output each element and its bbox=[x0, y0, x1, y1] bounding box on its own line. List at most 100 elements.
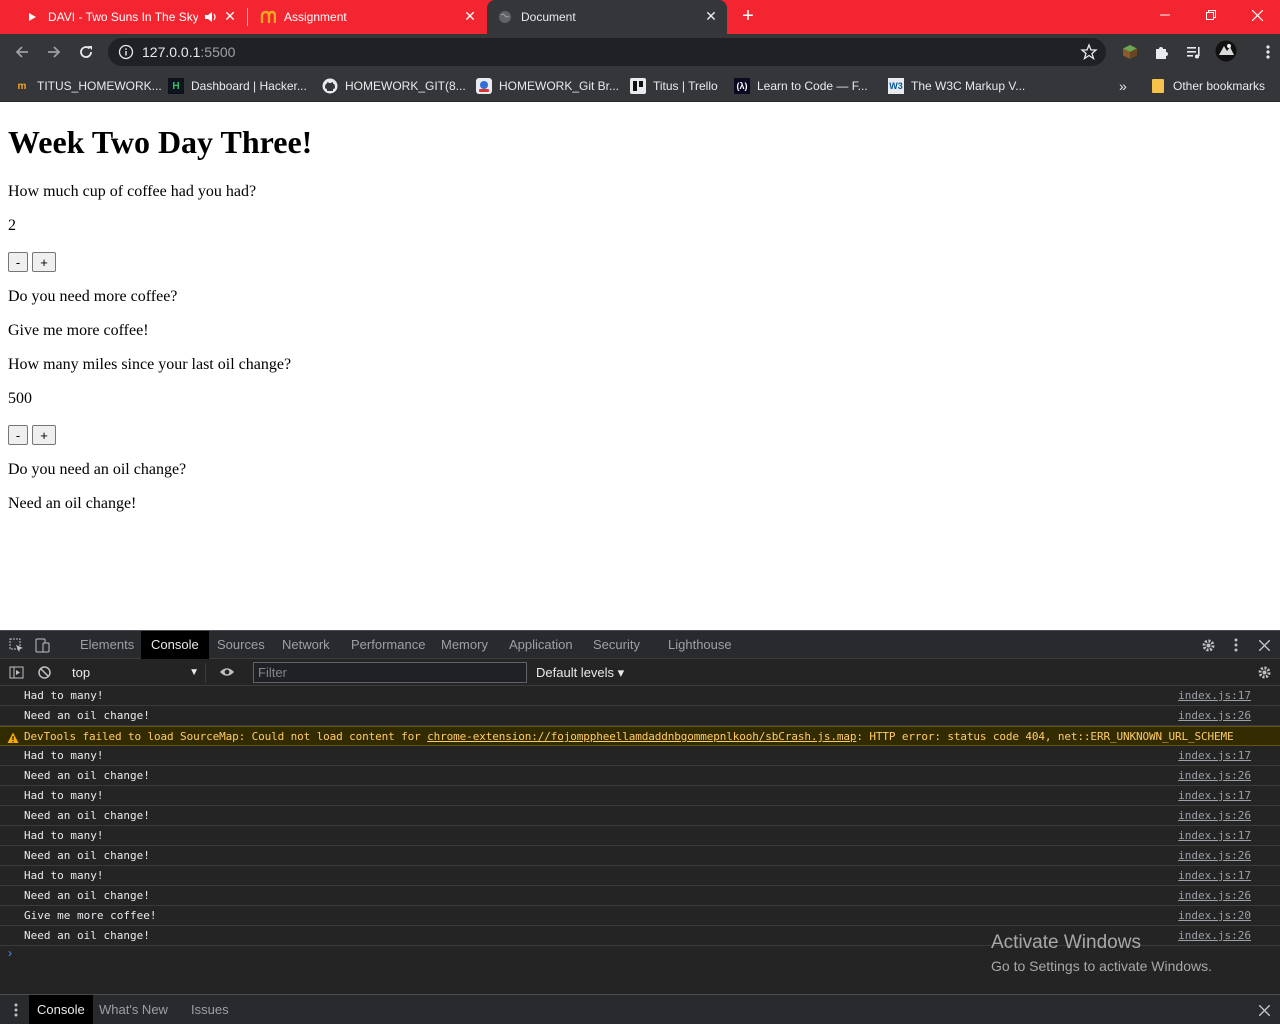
restore-button[interactable] bbox=[1188, 0, 1234, 30]
other-bookmarks[interactable]: Other bookmarks bbox=[1150, 76, 1265, 96]
log-source-link[interactable]: index.js:17 bbox=[1178, 826, 1251, 845]
folder-icon bbox=[1150, 78, 1166, 94]
tab-music[interactable]: DAVI - Two Suns In The Sky ( ✕ bbox=[14, 0, 246, 34]
drawer-menu-icon[interactable] bbox=[8, 1002, 24, 1018]
device-toolbar-icon[interactable] bbox=[34, 637, 50, 653]
log-message: DevTools failed to load SourceMap: Could… bbox=[24, 727, 1234, 746]
bookmark-label: HOMEWORK_Git Br... bbox=[499, 79, 620, 93]
oil-answer: Need an oil change! bbox=[8, 495, 137, 512]
profile-avatar[interactable] bbox=[1214, 39, 1238, 63]
bookmark-item[interactable]: m TITUS_HOMEWORK... bbox=[14, 76, 162, 96]
close-window-button[interactable] bbox=[1234, 0, 1280, 30]
url-port: :5500 bbox=[200, 44, 236, 60]
close-icon[interactable]: ✕ bbox=[703, 8, 719, 24]
log-source-link[interactable]: index.js:17 bbox=[1178, 786, 1251, 805]
log-message: Need an oil change! bbox=[24, 849, 150, 862]
media-control-icon[interactable] bbox=[1184, 42, 1204, 62]
sidebar-toggle-icon[interactable] bbox=[8, 664, 24, 680]
inspect-element-icon[interactable] bbox=[8, 637, 24, 653]
bookmark-label: Learn to Code — F... bbox=[757, 79, 868, 93]
bookmark-label: Dashboard | Hacker... bbox=[191, 79, 307, 93]
drawer-tab-console[interactable]: Console bbox=[29, 995, 93, 1024]
tab-document[interactable]: Document ✕ bbox=[487, 0, 727, 34]
log-entry: Had to many! index.js:17 bbox=[0, 826, 1280, 846]
tab-assignment[interactable]: Assignment ✕ bbox=[250, 0, 486, 34]
devtools-tab-sources[interactable]: Sources bbox=[207, 631, 275, 659]
oil-increment-button[interactable]: + bbox=[32, 425, 56, 445]
bookmark-star-icon[interactable] bbox=[1080, 43, 1098, 61]
close-icon[interactable]: ✕ bbox=[222, 8, 238, 24]
bookmark-label: The W3C Markup V... bbox=[911, 79, 1026, 93]
close-icon[interactable]: ✕ bbox=[462, 8, 478, 24]
sourcemap-link[interactable]: chrome-extension://fojomppheellamdaddnbg… bbox=[427, 730, 856, 743]
coffee-decrement-button[interactable]: - bbox=[8, 252, 28, 272]
drawer-tab-whats-new[interactable]: What's New bbox=[91, 995, 176, 1024]
log-source-link[interactable]: index.js:26 bbox=[1178, 886, 1251, 905]
log-source-link[interactable]: index.js:26 bbox=[1178, 706, 1251, 725]
warning-icon bbox=[7, 731, 19, 743]
log-source-link[interactable]: index.js:26 bbox=[1178, 806, 1251, 825]
settings-gear-icon[interactable] bbox=[1200, 637, 1216, 653]
log-entry: Had to many! index.js:17 bbox=[0, 746, 1280, 766]
devtools-tab-security[interactable]: Security bbox=[583, 631, 650, 659]
extensions-puzzle-icon[interactable] bbox=[1152, 42, 1172, 62]
bookmark-item[interactable]: W3 The W3C Markup V... bbox=[888, 76, 1025, 96]
url-text: 127.0.0.1:5500 bbox=[142, 44, 235, 60]
bookmark-item[interactable]: H Dashboard | Hacker... bbox=[168, 76, 307, 96]
devtools-tab-application[interactable]: Application bbox=[499, 631, 583, 659]
bookmarks-overflow-button[interactable]: » bbox=[1119, 76, 1127, 96]
coffee-question: How much cup of coffee had you had? bbox=[8, 183, 257, 200]
devtools-tab-elements[interactable]: Elements bbox=[70, 631, 144, 659]
log-source-link[interactable]: index.js:17 bbox=[1178, 866, 1251, 885]
tab-strip: DAVI - Two Suns In The Sky ( ✕ Assignmen… bbox=[0, 0, 1280, 34]
console-settings-gear-icon[interactable] bbox=[1256, 664, 1272, 680]
clear-console-icon[interactable] bbox=[36, 664, 52, 680]
bookmark-item[interactable]: HOMEWORK_GIT(8... bbox=[322, 76, 466, 96]
devtools-tab-performance[interactable]: Performance bbox=[341, 631, 435, 659]
live-expression-eye-icon[interactable] bbox=[219, 664, 235, 680]
minecraft-extension-icon[interactable] bbox=[1120, 42, 1140, 62]
devtools-tab-lighthouse[interactable]: Lighthouse bbox=[658, 631, 742, 659]
page-viewport: Week Two Day Three! How much cup of coff… bbox=[0, 103, 1280, 630]
console-prompt-chevron-icon[interactable]: › bbox=[8, 946, 12, 960]
reload-button[interactable] bbox=[72, 38, 100, 66]
log-source-link[interactable]: index.js:17 bbox=[1178, 746, 1251, 765]
coffee-increment-button[interactable]: + bbox=[32, 252, 56, 272]
bookmark-item[interactable]: (λ) Learn to Code — F... bbox=[734, 76, 868, 96]
bookmark-item[interactable]: Titus | Trello bbox=[630, 76, 718, 96]
speaker-icon[interactable] bbox=[204, 11, 218, 23]
menu-kebab-icon[interactable] bbox=[1258, 42, 1278, 62]
watermark-subtitle: Go to Settings to activate Windows. bbox=[991, 958, 1212, 974]
devtools-tab-network[interactable]: Network bbox=[272, 631, 340, 659]
log-message: Had to many! bbox=[24, 789, 104, 802]
console-filter-input[interactable] bbox=[253, 662, 527, 683]
log-message: Need an oil change! bbox=[24, 929, 150, 942]
new-tab-button[interactable]: + bbox=[736, 5, 760, 29]
oil-decrement-button[interactable]: - bbox=[8, 425, 28, 445]
log-source-link[interactable]: index.js:20 bbox=[1178, 906, 1251, 925]
context-label: top bbox=[72, 665, 91, 680]
devtools-tab-memory[interactable]: Memory bbox=[431, 631, 498, 659]
back-button[interactable] bbox=[8, 38, 36, 66]
devtools-menu-icon[interactable] bbox=[1228, 637, 1244, 653]
bookmark-item[interactable]: HOMEWORK_Git Br... bbox=[476, 76, 619, 96]
log-source-link[interactable]: index.js:26 bbox=[1178, 846, 1251, 865]
minimize-button[interactable] bbox=[1142, 0, 1188, 30]
info-icon[interactable] bbox=[118, 44, 134, 60]
close-devtools-icon[interactable] bbox=[1256, 637, 1272, 653]
address-bar[interactable]: 127.0.0.1:5500 bbox=[108, 38, 1106, 66]
log-source-link[interactable]: index.js:17 bbox=[1178, 686, 1251, 705]
close-drawer-icon[interactable] bbox=[1256, 1002, 1272, 1018]
log-entry: Had to many! index.js:17 bbox=[0, 786, 1280, 806]
drawer-tab-issues[interactable]: Issues bbox=[183, 995, 237, 1024]
log-entry: Give me more coffee! index.js:20 bbox=[0, 906, 1280, 926]
globe-icon bbox=[497, 9, 513, 25]
forward-button[interactable] bbox=[40, 38, 68, 66]
log-entry: Need an oil change! index.js:26 bbox=[0, 706, 1280, 726]
devtools-panel: Elements Console Sources Network Perform… bbox=[0, 630, 1280, 1024]
page-heading: Week Two Day Three! bbox=[8, 124, 313, 160]
log-levels-dropdown[interactable]: Default levels ▾ bbox=[536, 663, 624, 683]
context-selector[interactable]: top ▼ bbox=[64, 663, 206, 683]
log-source-link[interactable]: index.js:26 bbox=[1178, 766, 1251, 785]
devtools-tab-console[interactable]: Console bbox=[141, 631, 209, 659]
